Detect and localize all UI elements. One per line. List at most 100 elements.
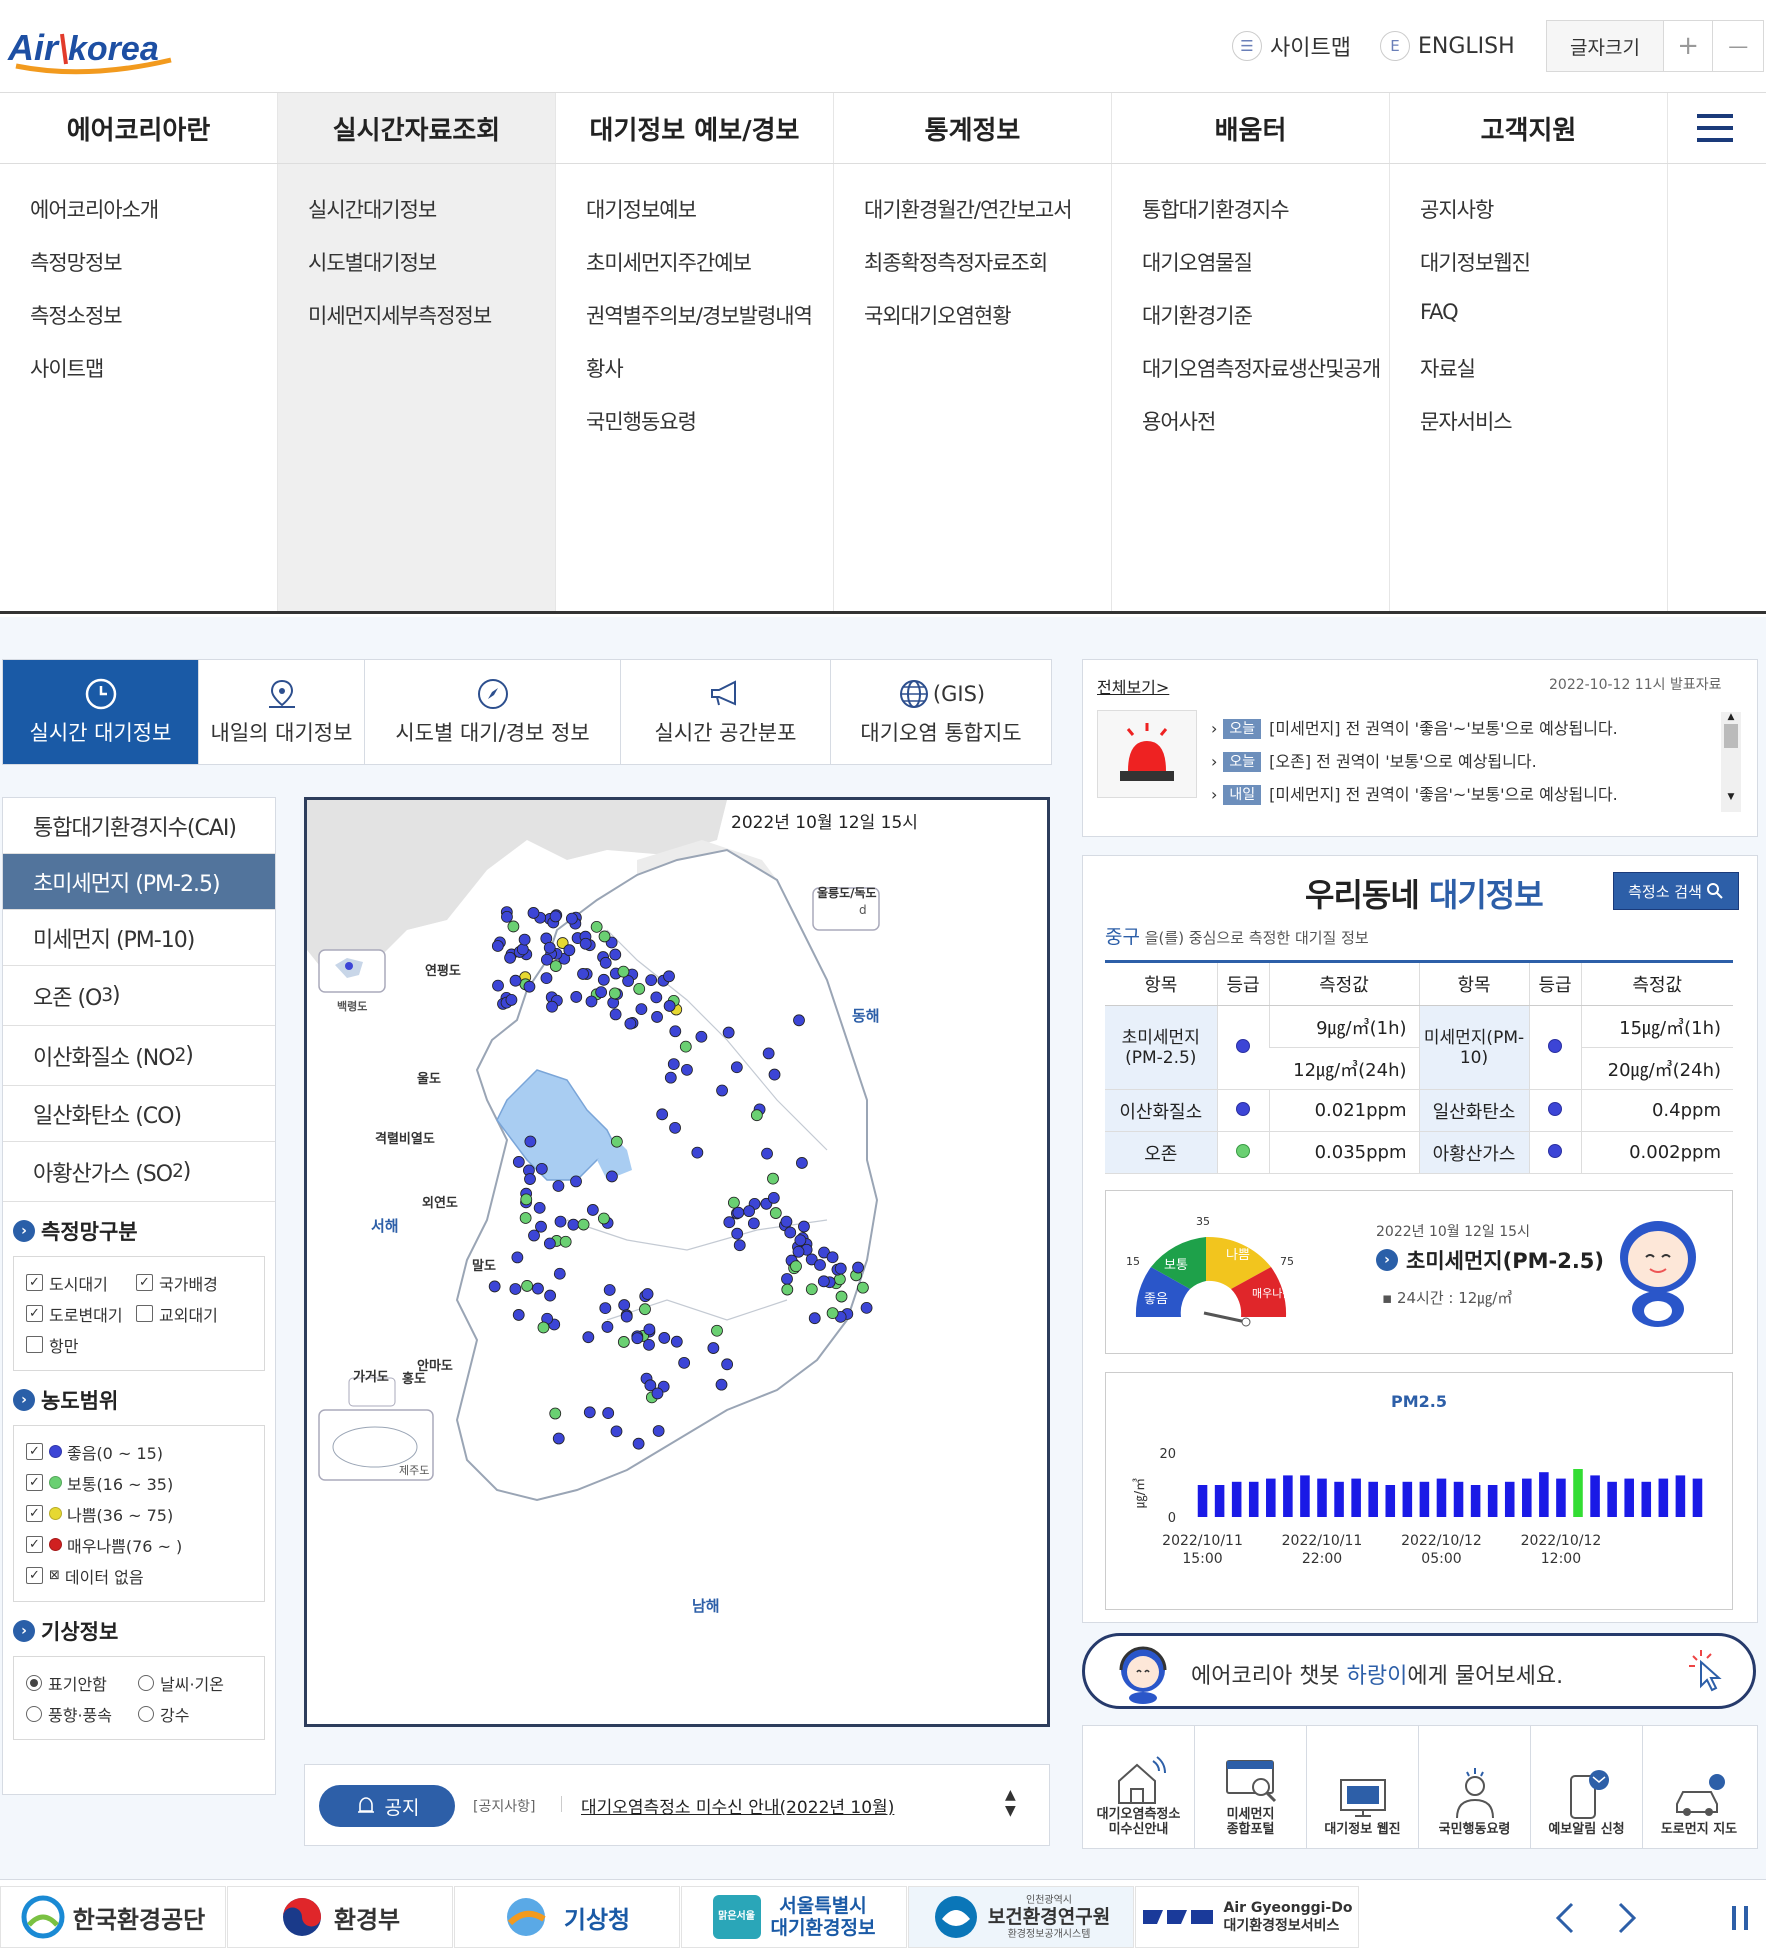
station-marker[interactable] xyxy=(618,1299,631,1311)
station-marker[interactable] xyxy=(520,1193,533,1206)
station-marker[interactable] xyxy=(767,1192,780,1204)
gnb-item-realtime[interactable]: 실시간자료조회 xyxy=(278,93,556,163)
station-marker[interactable] xyxy=(540,953,553,966)
station-marker[interactable] xyxy=(767,1172,779,1185)
station-marker[interactable] xyxy=(711,1324,723,1337)
station-marker[interactable] xyxy=(535,1162,548,1175)
station-marker[interactable] xyxy=(678,1356,691,1369)
quick-link-portal[interactable]: 미세먼지 종합포털 xyxy=(1195,1726,1307,1848)
network-checkbox-roadside[interactable]: ✓ 도로변대기 xyxy=(26,1302,136,1326)
station-marker[interactable] xyxy=(491,940,504,952)
prev-arrow-icon[interactable] xyxy=(1546,1898,1586,1938)
station-marker[interactable] xyxy=(537,1321,550,1334)
alert-item[interactable]: › 오늘 [미세먼지] 전 권역이 '좋음'~'보통'으로 예상됩니다. xyxy=(1211,712,1721,745)
station-marker[interactable] xyxy=(543,1237,556,1250)
station-marker[interactable] xyxy=(549,1407,562,1420)
station-marker[interactable] xyxy=(590,920,603,933)
station-marker[interactable] xyxy=(552,1180,565,1192)
station-marker[interactable] xyxy=(707,1342,720,1354)
station-marker[interactable] xyxy=(533,1201,546,1214)
submenu-link[interactable]: 대기정보예보 xyxy=(556,194,833,247)
station-marker[interactable] xyxy=(715,1378,728,1391)
station-marker[interactable] xyxy=(609,1008,622,1021)
station-marker[interactable] xyxy=(826,1251,839,1264)
weather-radio-none[interactable]: 표기안함 xyxy=(26,1671,138,1695)
station-marker[interactable] xyxy=(585,995,598,1008)
station-marker[interactable] xyxy=(606,1170,618,1183)
station-marker[interactable] xyxy=(669,1025,682,1038)
tab-realtime[interactable]: 실시간 대기정보 xyxy=(3,660,199,764)
submenu-link[interactable]: FAQ xyxy=(1390,300,1667,353)
submenu-link[interactable]: 국외대기오염현황 xyxy=(834,300,1111,353)
station-marker[interactable] xyxy=(652,1425,665,1437)
airkorea-logo[interactable]: Air korea xyxy=(6,20,186,80)
station-marker[interactable] xyxy=(793,1014,805,1027)
partner-seoul[interactable]: 맑은서울 서울특별시 대기환경정보 xyxy=(681,1886,907,1948)
station-marker[interactable] xyxy=(544,1289,556,1302)
submenu-link[interactable]: 대기오염측정자료생산및공개 xyxy=(1112,353,1389,406)
station-marker[interactable] xyxy=(641,1288,654,1300)
network-checkbox-background[interactable]: ✓ 국가배경 xyxy=(136,1271,218,1295)
station-marker[interactable] xyxy=(808,1312,821,1325)
pollutant-o3[interactable]: 오존 (O 3) xyxy=(3,966,275,1026)
submenu-link[interactable]: 권역별주의보/경보발령내역 xyxy=(556,300,833,353)
station-marker[interactable] xyxy=(609,948,622,961)
station-marker[interactable] xyxy=(608,987,621,1000)
station-marker[interactable] xyxy=(695,1030,708,1043)
tab-tomorrow[interactable]: 내일의 대기정보 xyxy=(199,660,365,764)
station-marker[interactable] xyxy=(733,1239,746,1252)
station-marker[interactable] xyxy=(597,1212,610,1225)
station-marker[interactable] xyxy=(679,1040,692,1053)
station-marker[interactable] xyxy=(518,933,531,946)
pollutant-so2[interactable]: 아황산가스 (SO 2) xyxy=(3,1142,275,1202)
alert-item[interactable]: › 오늘 [오존] 전 권역이 '보통'으로 예상됩니다. xyxy=(1211,745,1721,778)
korea-map-svg[interactable]: 제주도 d xyxy=(307,800,1047,1724)
station-marker[interactable] xyxy=(792,1245,805,1258)
station-marker[interactable] xyxy=(664,1071,677,1084)
submenu-link[interactable]: 황사 xyxy=(556,353,833,406)
submenu-link[interactable]: 대기환경월간/연간보고서 xyxy=(834,194,1111,247)
station-marker[interactable] xyxy=(577,1218,590,1231)
range-normal[interactable]: ✓ 보통(16 ~ 35) xyxy=(26,1467,252,1498)
station-marker[interactable] xyxy=(546,1000,558,1013)
station-marker[interactable] xyxy=(492,979,504,992)
submenu-link[interactable]: 측정망정보 xyxy=(0,247,277,300)
submenu-link[interactable]: 대기환경기준 xyxy=(1112,300,1389,353)
station-marker[interactable] xyxy=(834,1262,847,1275)
station-marker[interactable] xyxy=(509,974,522,987)
station-marker[interactable] xyxy=(681,1063,693,1076)
font-decrease-button[interactable]: — xyxy=(1713,21,1763,71)
station-marker[interactable] xyxy=(656,1108,669,1121)
station-marker[interactable] xyxy=(577,968,589,980)
station-marker[interactable] xyxy=(835,1290,848,1303)
gnb-item-statistics[interactable]: 통계정보 xyxy=(834,93,1112,163)
partner-kma[interactable]: 기상청 xyxy=(454,1886,680,1948)
pollutant-no2[interactable]: 이산화질소 (NO 2) xyxy=(3,1026,275,1086)
air-quality-map[interactable]: 제주도 d 2022년 10월 12일 15시 울릉도/독도 동해 서해 남해 … xyxy=(304,797,1050,1727)
station-marker[interactable] xyxy=(519,1212,532,1224)
alert-item[interactable]: › 내일 [미세먼지] 전 권역이 '좋음'~'보통'으로 예상됩니다. xyxy=(1211,778,1721,811)
station-marker[interactable] xyxy=(730,1061,743,1074)
submenu-link[interactable]: 대기정보웹진 xyxy=(1390,247,1667,300)
station-marker[interactable] xyxy=(521,1280,534,1292)
station-marker[interactable] xyxy=(814,1259,826,1271)
partner-gyeonggi[interactable]: Air Gyeonggi-Do 대기환경정보서비스 xyxy=(1135,1886,1359,1948)
station-marker[interactable] xyxy=(617,1336,630,1348)
station-marker[interactable] xyxy=(691,1146,704,1159)
station-marker[interactable] xyxy=(798,1220,810,1233)
station-marker[interactable] xyxy=(511,1251,524,1264)
station-marker[interactable] xyxy=(610,1135,623,1148)
station-marker[interactable] xyxy=(723,1216,736,1229)
station-marker[interactable] xyxy=(579,937,592,950)
station-marker[interactable] xyxy=(790,1260,802,1273)
chatbot-banner[interactable]: 에어코리아 챗봇 하랑이에게 물어보세요. xyxy=(1082,1633,1756,1709)
english-link[interactable]: E ENGLISH xyxy=(1380,26,1515,66)
station-marker[interactable] xyxy=(553,1267,566,1280)
station-marker[interactable] xyxy=(509,1283,522,1295)
station-marker[interactable] xyxy=(599,1302,612,1314)
station-marker[interactable] xyxy=(602,1407,615,1419)
gnb-item-about[interactable]: 에어코리아란 xyxy=(0,93,278,163)
station-marker[interactable] xyxy=(549,910,562,923)
pollutant-cai[interactable]: 통합대기환경지수(CAI) xyxy=(3,798,275,854)
station-marker[interactable] xyxy=(781,1283,794,1296)
